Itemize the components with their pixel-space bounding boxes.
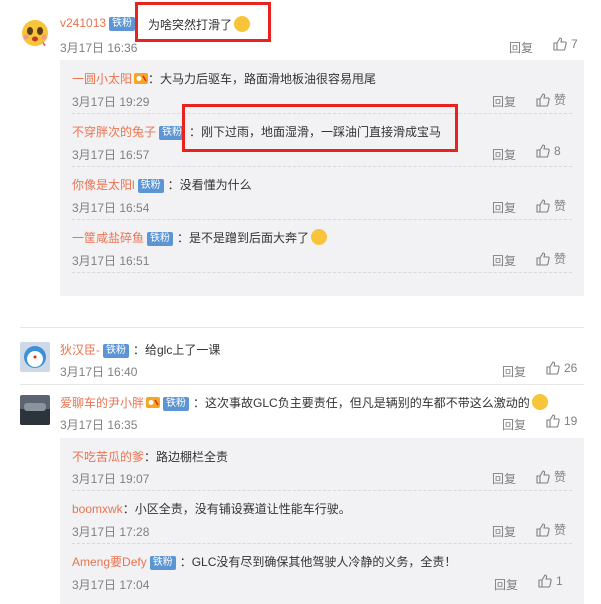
comment-time: 3月17日 16:35 (60, 418, 138, 432)
like-button[interactable]: 8 (536, 144, 561, 161)
like-button[interactable]: 1 (538, 574, 563, 591)
reply-button[interactable]: 回复 (492, 252, 516, 269)
reply-time: 3月17日 19:29 (72, 95, 150, 109)
reply-button[interactable]: 回复 (502, 363, 526, 380)
fan-badge[interactable]: 铁粉 (109, 17, 136, 31)
reply-time: 3月17日 17:04 (72, 578, 150, 592)
thumb-up-icon (536, 523, 550, 540)
like-button[interactable]: 赞 (536, 250, 566, 269)
reply-button[interactable]: 回复 (494, 576, 518, 593)
like-button[interactable]: 7 (553, 37, 578, 54)
thumb-up-icon (536, 144, 550, 161)
username-link[interactable]: 不吃苦瓜的爹 (72, 450, 144, 464)
list-item: 一筐咸盐碎鱼 铁粉 ：是不是蹭到后面大奔了 (72, 229, 328, 246)
reply-time: 3月17日 16:57 (72, 148, 150, 162)
emoji-icon (311, 229, 328, 245)
username-link[interactable]: 狄汉臣- (60, 343, 100, 357)
like-button[interactable]: 赞 (536, 521, 566, 540)
list-item: 不吃苦瓜的爹：路边棚栏全责 (72, 450, 229, 464)
reply-button[interactable]: 回复 (492, 93, 516, 110)
reply-button[interactable]: 回复 (492, 523, 516, 540)
reply-time: 3月17日 16:54 (72, 201, 150, 215)
username-link[interactable]: 一筐咸盐碎鱼 (72, 231, 144, 245)
fan-badge[interactable]: 铁粉 (147, 232, 174, 246)
list-item: Ameng要Defy 铁粉 ：GLC没有尽到确保其他驾驶人冷静的义务，全责！ (72, 555, 457, 570)
reply-time: 3月17日 16:51 (72, 254, 150, 268)
vip-icon (146, 397, 161, 408)
reply-button[interactable]: 回复 (492, 470, 516, 487)
fan-badge[interactable]: 铁粉 (137, 179, 164, 193)
emoji-icon (531, 394, 548, 410)
comment-time: 3月17日 16:40 (60, 365, 138, 379)
comment-time: 3月17日 16:36 (60, 41, 138, 55)
username-link[interactable]: 一圆小太阳 (72, 72, 132, 86)
comment-header: 爱聊车的尹小胖 铁粉 ：这次事故GLC负主要责任，但凡是辆别的车都不带这么激动的 (60, 394, 548, 411)
fan-badge[interactable]: 铁粉 (149, 556, 176, 570)
like-button[interactable]: 赞 (536, 197, 566, 216)
highlight-box (135, 2, 271, 42)
comment-header: 狄汉臣- 铁粉 ：给glc上了一课 (60, 343, 221, 358)
thumb-up-icon (546, 414, 560, 431)
reply-button[interactable]: 回复 (492, 199, 516, 216)
like-button[interactable]: 赞 (536, 468, 566, 487)
comment-header: v241013 铁粉 (60, 16, 139, 31)
thumb-up-icon (536, 199, 550, 216)
avatar[interactable] (20, 395, 50, 425)
list-item: 一圆小太阳 ：大马力后驱车，路面滑地板油很容易甩尾 (72, 72, 377, 86)
thumb-up-icon (553, 37, 567, 54)
like-button[interactable]: 赞 (536, 91, 566, 110)
username-link[interactable]: 爱聊车的尹小胖 (60, 396, 144, 410)
thumb-up-icon (536, 470, 550, 487)
list-item: 你像是太阳l 铁粉 ：没看懂为什么 (72, 178, 252, 193)
fan-badge[interactable]: 铁粉 (103, 344, 129, 358)
username-link[interactable]: 你像是太阳l (72, 178, 135, 192)
thumb-up-icon (546, 361, 560, 378)
username-link[interactable]: 不穿胖次的兔子 (72, 125, 156, 139)
like-button[interactable]: 26 (546, 361, 577, 378)
thumb-up-icon (536, 252, 550, 269)
vip-icon (134, 73, 149, 84)
username-link[interactable]: v241013 (60, 16, 106, 30)
reply-button[interactable]: 回复 (502, 416, 526, 433)
avatar[interactable] (20, 342, 50, 372)
fan-badge[interactable]: 铁粉 (163, 397, 190, 411)
thumb-up-icon (538, 574, 552, 591)
reply-button[interactable]: 回复 (509, 39, 533, 56)
highlight-box (182, 104, 458, 152)
reply-time: 3月17日 19:07 (72, 472, 150, 486)
username-link[interactable]: boomxwk (72, 502, 123, 516)
list-item: boomxwk：小区全责，没有铺设赛道让性能车行驶。 (72, 502, 351, 516)
like-button[interactable]: 19 (546, 414, 577, 431)
username-link[interactable]: Ameng要Defy (72, 555, 147, 569)
reply-time: 3月17日 17:28 (72, 525, 150, 539)
avatar[interactable] (20, 18, 50, 48)
thumb-up-icon (536, 93, 550, 110)
reply-button[interactable]: 回复 (492, 146, 516, 163)
